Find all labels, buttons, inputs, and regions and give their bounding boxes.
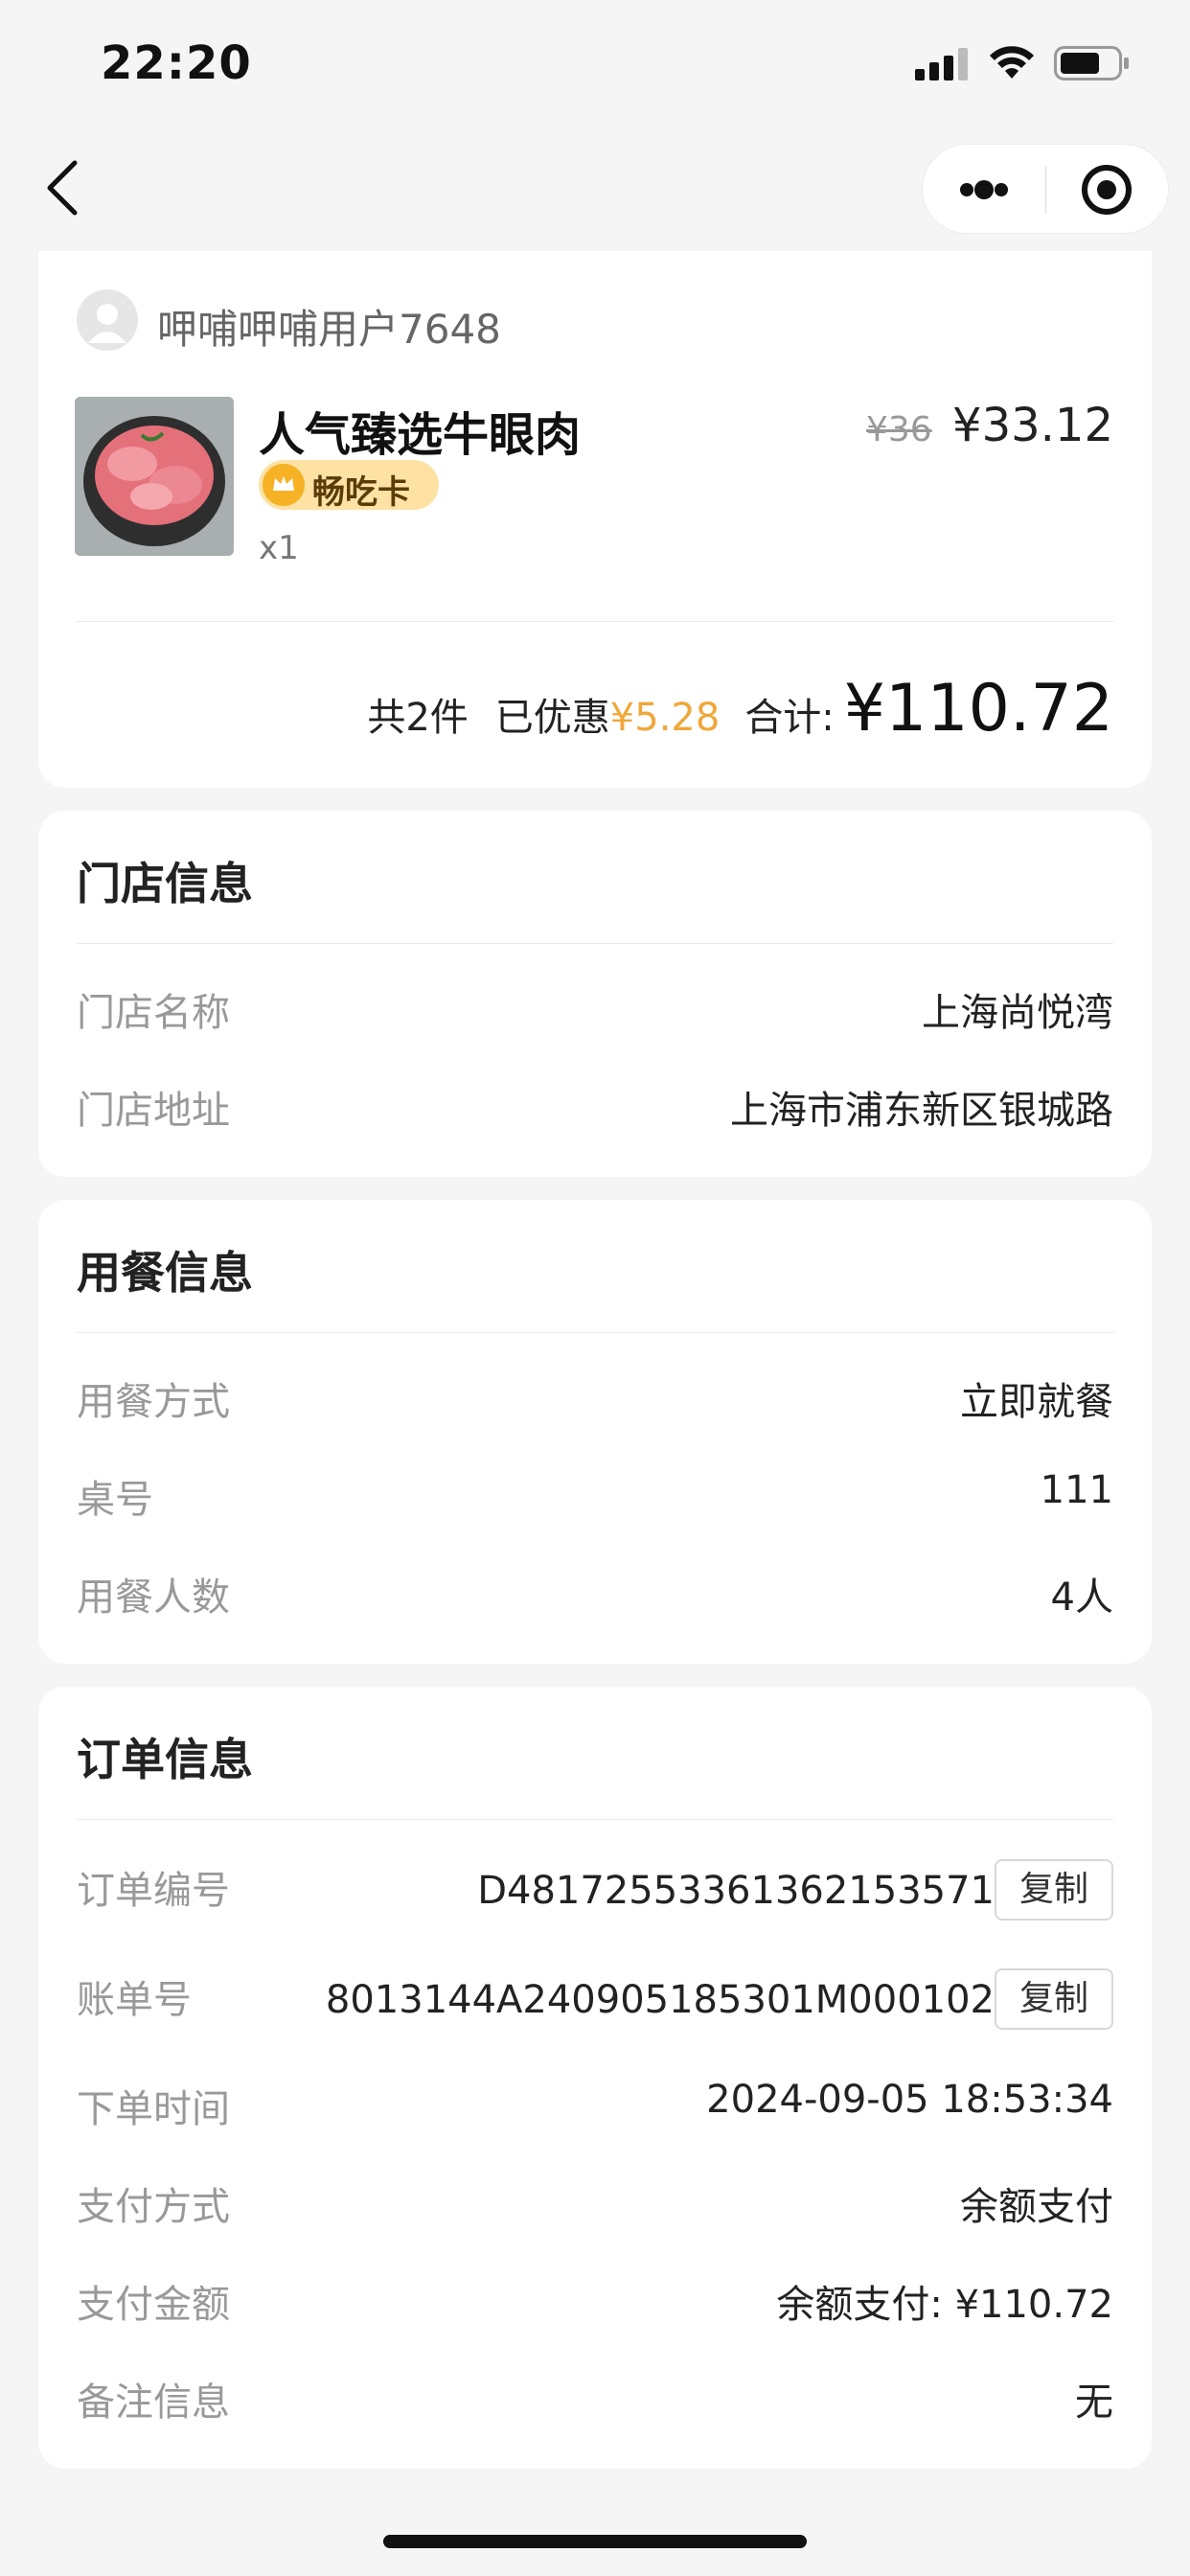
item-price: ¥33.12 (952, 399, 1113, 452)
copy-bill-number-button[interactable]: 复制 (995, 1968, 1113, 2030)
crown-icon (263, 464, 305, 506)
info-row: 用餐人数 4人 (77, 1566, 1113, 1623)
status-time: 22:20 (101, 36, 252, 90)
row-value: 余额支付 (960, 2185, 1113, 2229)
user-name: 呷哺呷哺用户7648 (157, 306, 501, 353)
order-summary: 共2件 已优惠 ¥5.28 合计: ¥110.72 (367, 671, 1113, 748)
info-row: 用餐方式 立即就餐 (77, 1370, 1113, 1428)
section-title: 订单信息 (77, 1734, 253, 1785)
info-row: 下单时间 2024-09-05 18:53:34 (77, 2078, 1113, 2135)
membership-tag: 畅吃卡 (259, 460, 439, 512)
discount-label: 已优惠 (494, 696, 610, 740)
info-row: 桌号 111 (77, 1468, 1113, 1526)
row-label: 桌号 (77, 1478, 153, 1522)
status-bar: 22:20 (0, 0, 1190, 134)
item-count: 共2件 (367, 696, 469, 740)
food-name: 人气臻选牛眼肉 (259, 408, 582, 462)
battery-icon (1054, 46, 1129, 80)
row-label: 支付金额 (77, 2283, 230, 2327)
row-label: 账单号 (77, 1978, 192, 2022)
row-label: 门店地址 (77, 1089, 230, 1133)
row-value: 111 (1040, 1468, 1113, 1512)
row-label: 门店名称 (77, 991, 230, 1035)
copy-order-number-button[interactable]: 复制 (995, 1859, 1113, 1920)
row-label: 下单时间 (77, 2087, 230, 2131)
row-value: 上海市浦东新区银城路 (730, 1089, 1113, 1133)
row-value: 2024-09-05 18:53:34 (706, 2078, 1113, 2122)
discount-amount: ¥5.28 (609, 696, 721, 740)
row-label: 备注信息 (77, 2380, 230, 2425)
bill-number-row: 账单号 8013144A240905185301M000102 复制 (77, 1968, 1113, 2030)
row-value: 上海尚悦湾 (922, 991, 1113, 1035)
section-title: 用餐信息 (77, 1247, 253, 1299)
order-number: D48172553361362153571 (477, 1869, 995, 1913)
target-icon[interactable] (1047, 145, 1170, 235)
row-value: 余额支付: ¥110.72 (776, 2283, 1113, 2327)
cellular-signal-icon (915, 48, 968, 80)
row-label: 用餐方式 (77, 1380, 230, 1424)
total-label: 合计: (744, 696, 835, 740)
more-dots-icon[interactable] (923, 145, 1045, 235)
order-number-row: 订单编号 D48172553361362153571 复制 (77, 1859, 1113, 1920)
food-image (75, 397, 234, 556)
info-row: 支付金额 余额支付: ¥110.72 (77, 2273, 1113, 2331)
total-amount: ¥110.72 (843, 671, 1113, 747)
divider (77, 621, 1113, 622)
row-label: 用餐人数 (77, 1576, 230, 1620)
divider (77, 943, 1113, 944)
original-price: ¥36 (866, 410, 932, 449)
bill-number: 8013144A240905185301M000102 (325, 1978, 995, 2022)
info-row: 门店地址 上海市浦东新区银城路 (77, 1079, 1113, 1137)
order-items-card: 呷哺呷哺用户7648 人气臻选牛眼肉 畅吃卡 x1 ¥36 ¥33.12 共2件… (38, 251, 1152, 788)
order-detail-page: 22:20 呷哺呷哺用户7648 人气臻选牛眼肉 畅吃卡 x1 ¥36 ¥33.… (0, 0, 1190, 2576)
item-quantity: x1 (259, 529, 299, 567)
section-title: 门店信息 (77, 858, 253, 909)
tag-label: 畅吃卡 (312, 473, 410, 512)
wifi-icon (990, 46, 1034, 79)
divider (77, 1332, 1113, 1333)
row-value: 立即就餐 (960, 1380, 1113, 1424)
row-label: 支付方式 (77, 2185, 230, 2229)
info-row: 备注信息 无 (77, 2371, 1113, 2428)
dining-info-card: 用餐信息 用餐方式 立即就餐 桌号 111 用餐人数 4人 (38, 1200, 1152, 1664)
capsule-divider (1045, 166, 1046, 214)
user-avatar (77, 289, 138, 351)
home-indicator (383, 2535, 807, 2548)
row-value: 4人 (1050, 1576, 1113, 1620)
info-row: 门店名称 上海尚悦湾 (77, 981, 1113, 1039)
row-value: 无 (1075, 2380, 1113, 2425)
divider (77, 1819, 1113, 1820)
store-info-card: 门店信息 门店名称 上海尚悦湾 门店地址 上海市浦东新区银城路 (38, 811, 1152, 1177)
mini-program-capsule (922, 144, 1169, 234)
info-row: 支付方式 余额支付 (77, 2175, 1113, 2233)
order-info-card: 订单信息 订单编号 D48172553361362153571 复制 账单号 8… (38, 1687, 1152, 2469)
back-button[interactable] (42, 157, 84, 218)
row-label: 订单编号 (77, 1869, 230, 1913)
